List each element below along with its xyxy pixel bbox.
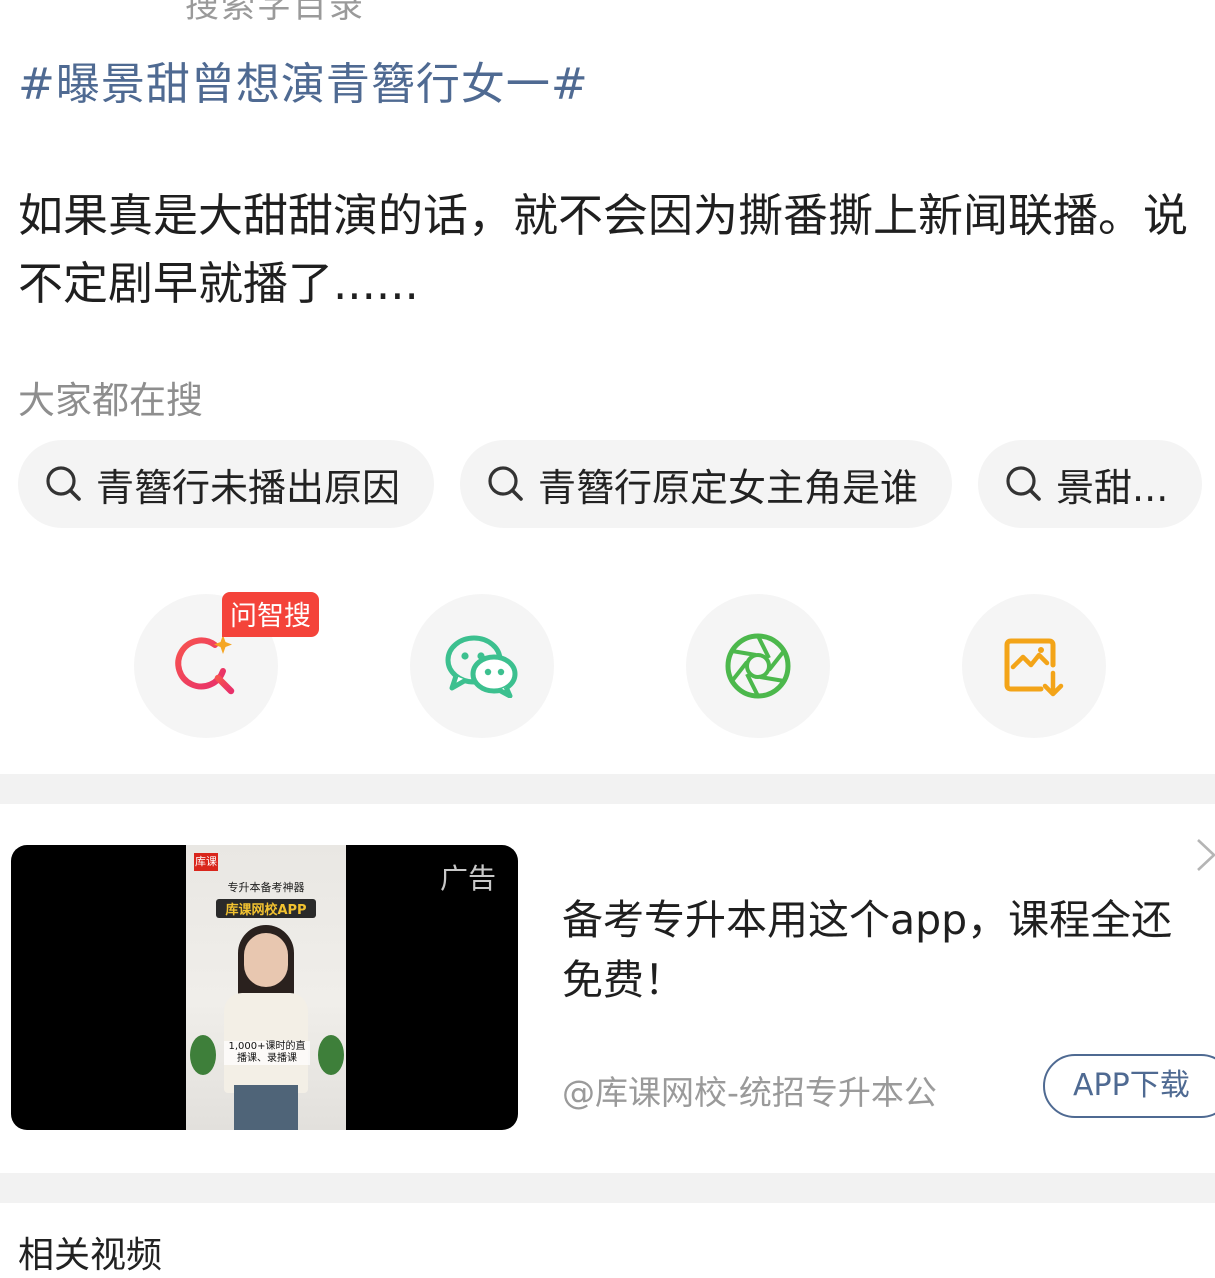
ad-plant-right bbox=[318, 1035, 344, 1075]
image-download-icon bbox=[1004, 638, 1064, 697]
search-chip-label: 青簪行未播出原因 bbox=[96, 465, 401, 510]
app-download-button[interactable]: APP下载 bbox=[1043, 1054, 1215, 1118]
ad-thumb-line1: 专升本备考神器 bbox=[227, 881, 305, 894]
search-icon bbox=[1006, 466, 1041, 501]
ad-source-fade bbox=[930, 1060, 1030, 1110]
ai-search-icon bbox=[175, 635, 235, 695]
ad-person-head bbox=[244, 933, 288, 987]
ad-source: @库课网校-统招专升本公 bbox=[562, 1073, 937, 1112]
search-chip[interactable]: 青簪行未播出原因 bbox=[18, 440, 435, 528]
top-cut-text: 搜索字目录 bbox=[185, 0, 365, 26]
ad-close-button[interactable] bbox=[1196, 838, 1215, 876]
ad-title[interactable]: 备考专升本用这个app，课程全还免费！ bbox=[562, 890, 1192, 1010]
moments-share-button[interactable] bbox=[686, 594, 830, 738]
search-icon bbox=[46, 466, 81, 501]
search-chip-label: 青簪行原定女主角是谁 bbox=[538, 465, 919, 510]
ad-thumb-line2: 库课网校APP bbox=[216, 899, 316, 918]
search-chip-label: 景甜... bbox=[1056, 465, 1169, 510]
ad-video-frame: 库课 专升本备考神器 库课网校APP 1,000+课时的直播课、录播课 bbox=[186, 845, 346, 1130]
related-videos-title: 相关视频 bbox=[18, 1235, 163, 1276]
search-chip[interactable]: 青簪行原定女主角是谁 bbox=[460, 440, 953, 528]
search-icon bbox=[488, 466, 523, 501]
ad-brand-logo: 库课 bbox=[194, 853, 218, 871]
chevron-right-icon bbox=[1197, 839, 1215, 871]
section-divider bbox=[0, 1173, 1215, 1203]
topic-hashtag[interactable]: #曝景甜曾想演青簪行女一# bbox=[18, 48, 589, 112]
ai-search-badge: 问智搜 bbox=[222, 592, 319, 637]
search-chip[interactable]: 景甜... bbox=[978, 440, 1203, 528]
moments-aperture-icon bbox=[725, 633, 791, 699]
wechat-share-button[interactable] bbox=[410, 594, 554, 738]
ad-video-thumbnail[interactable]: 库课 专升本备考神器 库课网校APP 1,000+课时的直播课、录播课 广告 bbox=[11, 845, 518, 1130]
search-section-label: 大家都在搜 bbox=[18, 379, 203, 422]
save-image-button[interactable] bbox=[962, 594, 1106, 738]
ad-thumb-caption: 1,000+课时的直播课、录播课 bbox=[224, 1041, 310, 1065]
post-body-text: 如果真是大甜甜演的话，就不会因为撕番撕上新闻联播。说不定剧早就播了...... bbox=[18, 189, 1189, 310]
section-divider bbox=[0, 774, 1215, 804]
share-row: 问智搜 bbox=[0, 592, 1215, 740]
ad-label: 广告 bbox=[439, 862, 496, 895]
ad-plant-left bbox=[190, 1035, 216, 1075]
ad-person-legs bbox=[234, 1085, 298, 1130]
search-chips-row: 青簪行未播出原因 青簪行原定女主角是谁 景甜... bbox=[18, 440, 1215, 528]
wechat-icon bbox=[445, 635, 518, 698]
